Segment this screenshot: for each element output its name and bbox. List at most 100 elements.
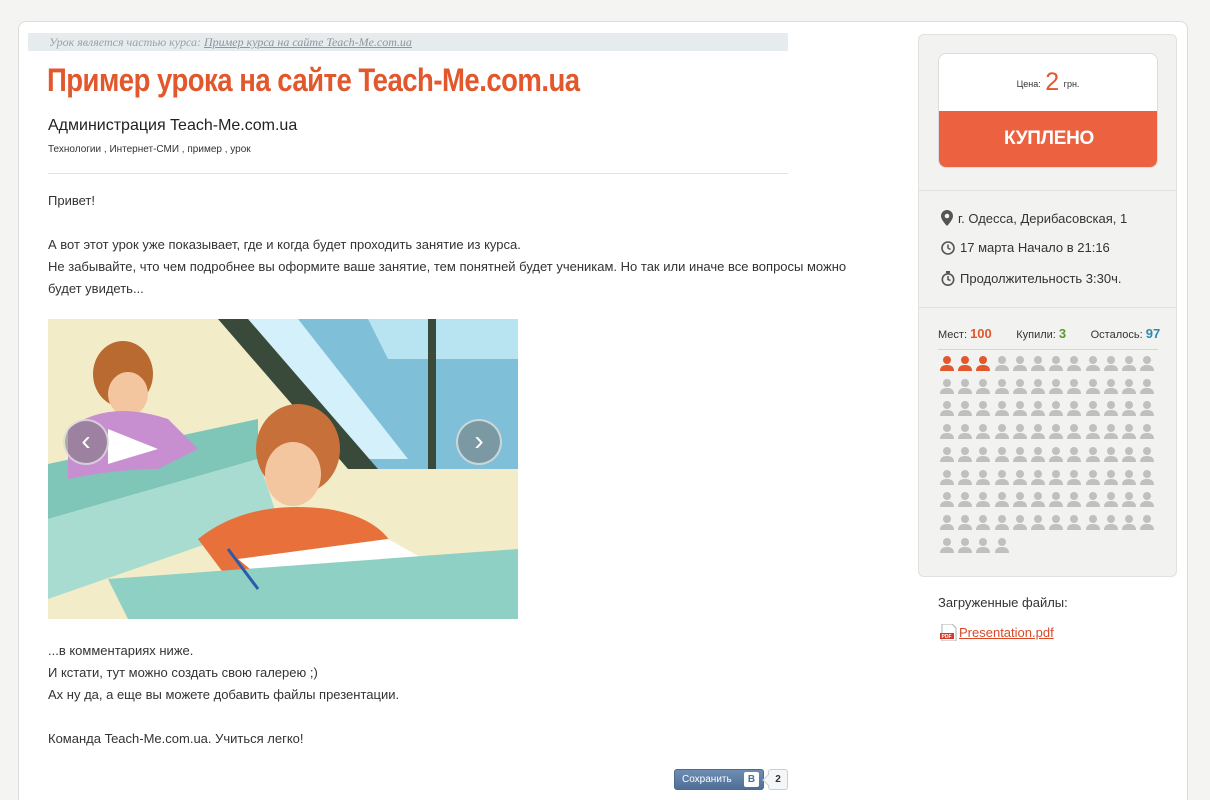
file-link[interactable]: PDF Presentation.pdf — [940, 623, 1054, 642]
duration-text: Продолжительность 3:30ч. — [960, 271, 1122, 286]
seat-free-icon — [975, 446, 991, 464]
gallery-prev-button[interactable]: ‹ — [63, 419, 109, 465]
svg-text:PDF: PDF — [942, 634, 952, 640]
seat-free-icon — [1121, 491, 1137, 509]
seats-left-label: Осталось: — [1090, 329, 1143, 341]
seat-free-icon — [975, 400, 991, 418]
seat-free-icon — [1085, 400, 1101, 418]
paragraph: Не забывайте, что чем подробнее вы оформ… — [48, 259, 847, 274]
seat-free-icon — [957, 514, 973, 532]
seat-free-icon — [994, 355, 1010, 373]
seat-free-icon — [1139, 400, 1155, 418]
seat-free-icon — [1048, 378, 1064, 396]
seat-free-icon — [957, 400, 973, 418]
divider — [48, 173, 788, 174]
page-title: Пример урока на сайте Teach-Me.com.ua — [47, 62, 580, 98]
seat-free-icon — [939, 446, 955, 464]
seat-free-icon — [939, 514, 955, 532]
seat-free-icon — [1048, 446, 1064, 464]
paragraph: А вот этот урок уже показывает, где и ко… — [48, 237, 521, 252]
seat-free-icon — [1066, 491, 1082, 509]
seat-free-icon — [939, 378, 955, 396]
seat-free-icon — [1066, 355, 1082, 373]
gallery-next-button[interactable]: › — [456, 419, 502, 465]
seat-free-icon — [975, 514, 991, 532]
seat-free-icon — [1066, 378, 1082, 396]
price-value: 2 — [1045, 68, 1060, 96]
seat-free-icon — [1012, 355, 1028, 373]
seat-free-icon — [1085, 491, 1101, 509]
seat-free-icon — [1048, 423, 1064, 441]
seat-free-icon — [957, 537, 973, 555]
seat-free-icon — [975, 378, 991, 396]
location-text: г. Одесса, Дерибасовская, 1 — [958, 211, 1128, 226]
tag-link[interactable]: пример — [187, 144, 222, 155]
seat-free-icon — [975, 469, 991, 487]
seat-free-icon — [1012, 469, 1028, 487]
tag-list: Технологии , Интернет-СМИ , пример , уро… — [48, 144, 251, 155]
seat-free-icon — [1103, 423, 1119, 441]
paragraph: ...в комментариях ниже. — [48, 643, 194, 658]
purchased-button[interactable]: КУПЛЕНО — [939, 111, 1157, 167]
seat-taken-icon — [975, 355, 991, 373]
file-name: Presentation.pdf — [959, 625, 1054, 640]
seat-free-icon — [1030, 400, 1046, 418]
pdf-icon: PDF — [940, 623, 957, 642]
seat-free-icon — [994, 400, 1010, 418]
tag-link[interactable]: урок — [230, 144, 250, 155]
seat-free-icon — [1030, 446, 1046, 464]
seats-left: 97 — [1145, 326, 1161, 341]
seat-free-icon — [939, 537, 955, 555]
seat-free-icon — [957, 469, 973, 487]
seat-taken-icon — [957, 355, 973, 373]
event-location: г. Одесса, Дерибасовская, 1 — [941, 210, 1127, 226]
seat-free-icon — [975, 491, 991, 509]
seat-taken-icon — [939, 355, 955, 373]
seat-free-icon — [994, 537, 1010, 555]
seat-free-icon — [1030, 423, 1046, 441]
vk-save-button[interactable]: Сохранить B — [674, 769, 764, 790]
tag-link[interactable]: Технологии — [48, 144, 101, 155]
seat-free-icon — [1139, 378, 1155, 396]
seat-free-icon — [1121, 400, 1137, 418]
seat-free-icon — [1048, 400, 1064, 418]
breadcrumb-course-link[interactable]: Пример курса на сайте Teach-Me.com.ua — [204, 35, 412, 49]
breadcrumb-prefix: Урок является частью курса: — [49, 35, 201, 49]
seat-free-icon — [1066, 423, 1082, 441]
map-pin-icon — [941, 210, 953, 226]
seat-free-icon — [939, 423, 955, 441]
seat-free-icon — [1030, 355, 1046, 373]
seat-free-icon — [957, 491, 973, 509]
seat-free-icon — [939, 400, 955, 418]
seats-total: 100 — [970, 326, 992, 341]
seat-free-icon — [939, 491, 955, 509]
seat-free-icon — [1103, 378, 1119, 396]
gallery-image — [48, 319, 518, 619]
datetime-text: 17 марта Начало в 21:16 — [960, 240, 1110, 255]
lesson-author[interactable]: Администрация Teach-Me.com.ua — [48, 117, 297, 135]
seat-free-icon — [1121, 423, 1137, 441]
seat-free-icon — [1030, 378, 1046, 396]
clock-icon — [941, 241, 955, 255]
seat-free-icon — [1048, 491, 1064, 509]
vk-share-count: 2 — [768, 769, 788, 790]
sidebar-panel: Цена: 2 грн. КУПЛЕНО г. Одесса, Дерибасо… — [918, 34, 1177, 577]
tag-link[interactable]: Интернет-СМИ — [109, 144, 179, 155]
breadcrumb: Урок является частью курса: Пример курса… — [28, 33, 788, 51]
seat-free-icon — [1012, 491, 1028, 509]
chevron-left-icon: ‹ — [81, 425, 91, 456]
seat-free-icon — [1103, 355, 1119, 373]
price-currency: грн. — [1063, 79, 1080, 89]
seat-free-icon — [1121, 378, 1137, 396]
seat-free-icon — [1030, 491, 1046, 509]
seat-free-icon — [1139, 355, 1155, 373]
seat-free-icon — [1121, 355, 1137, 373]
seat-free-icon — [1121, 469, 1137, 487]
image-gallery: ‹ › — [48, 319, 518, 619]
seat-free-icon — [1085, 423, 1101, 441]
seat-free-icon — [1103, 514, 1119, 532]
seat-free-icon — [1121, 446, 1137, 464]
seat-stats: Мест: 100 Купили: 3 Осталось: 97 — [938, 326, 1160, 341]
seat-free-icon — [1139, 446, 1155, 464]
seat-free-icon — [975, 423, 991, 441]
